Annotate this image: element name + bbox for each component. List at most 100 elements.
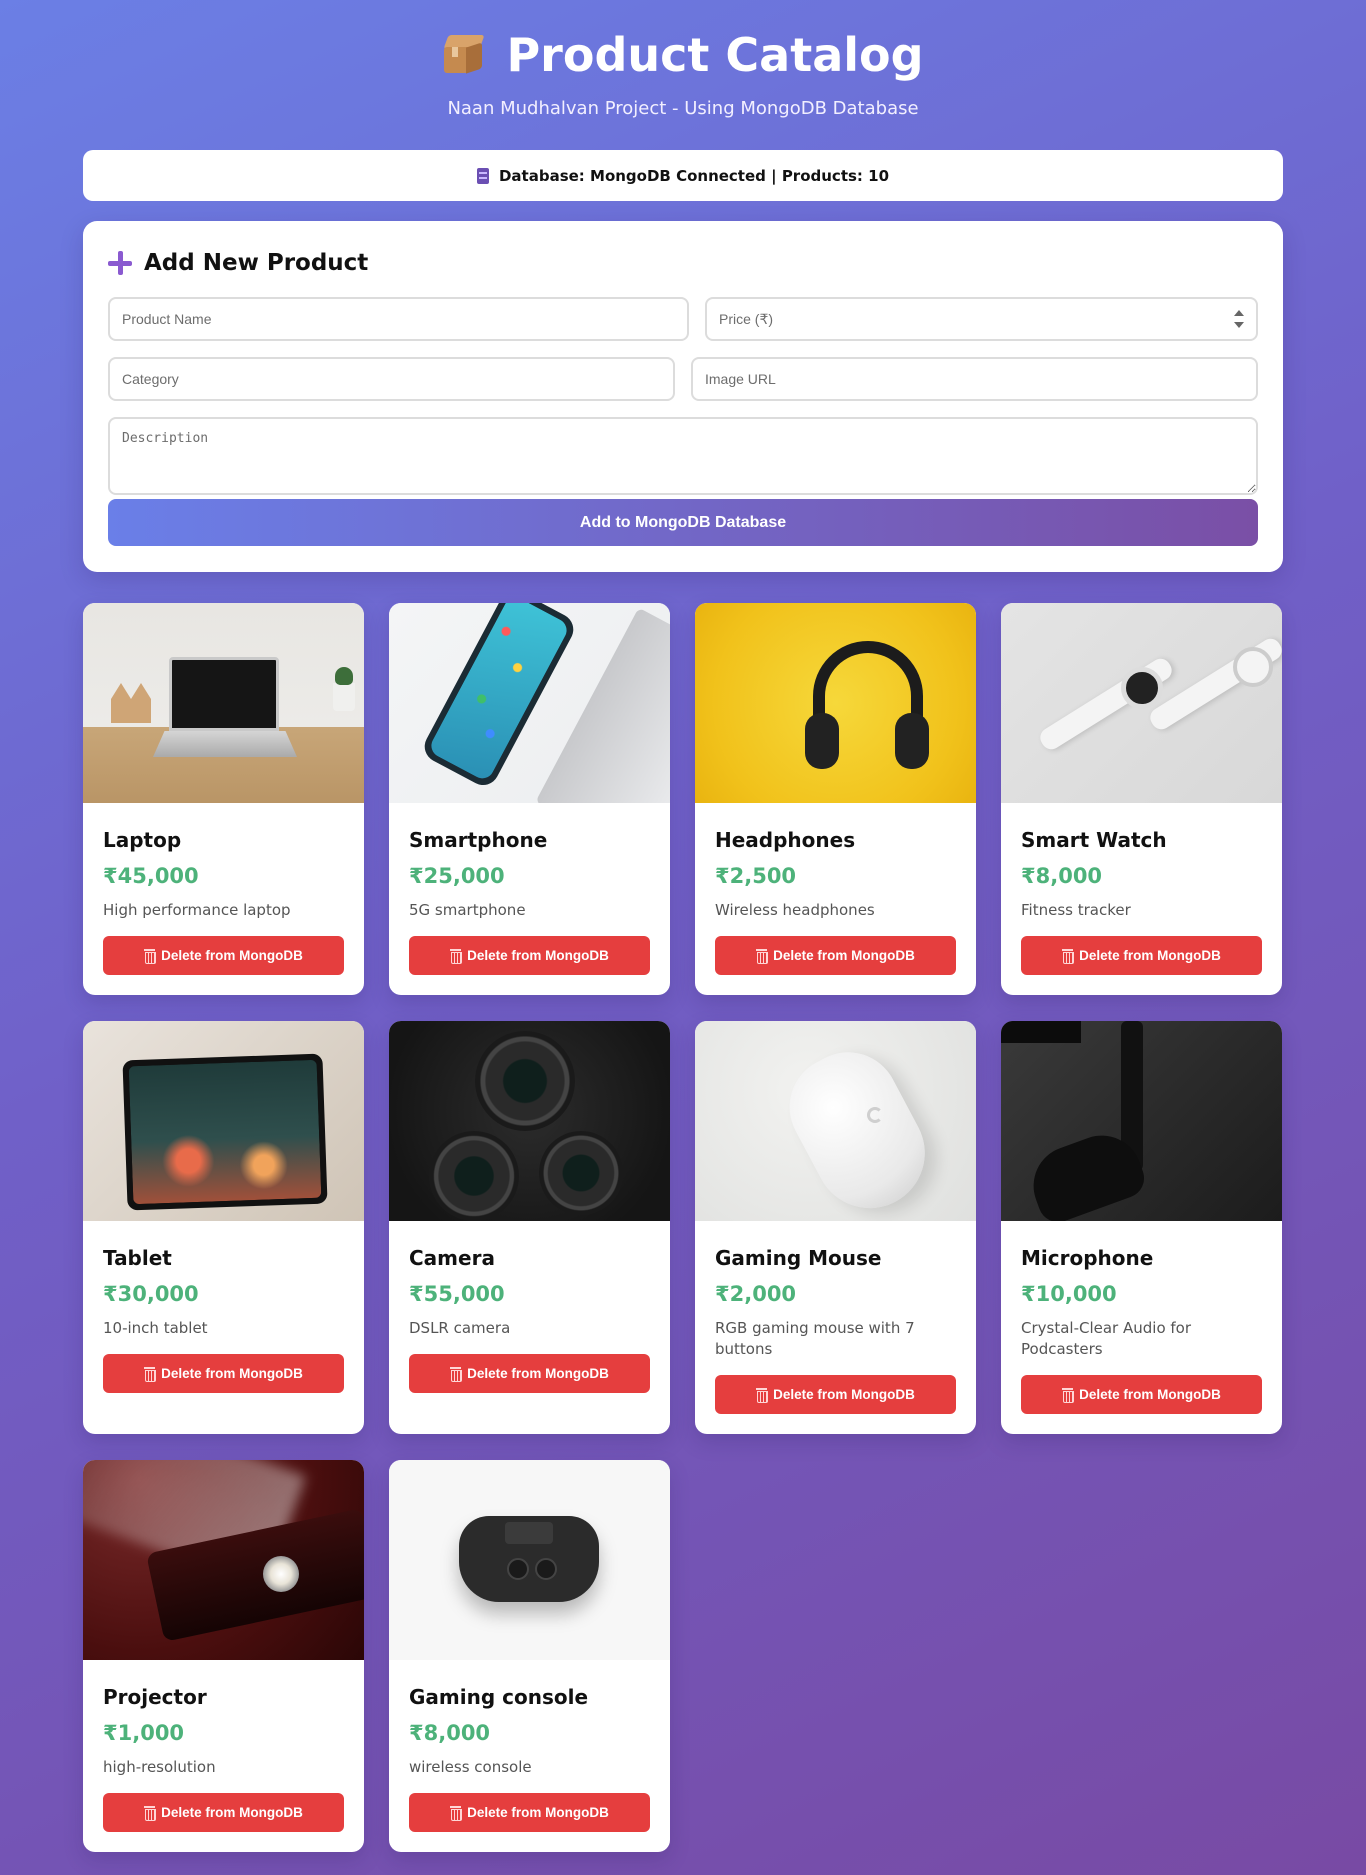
- page-header: Product Catalog Naan Mudhalvan Project -…: [83, 0, 1283, 150]
- delete-label: Delete from MongoDB: [467, 1805, 609, 1820]
- delete-label: Delete from MongoDB: [161, 1366, 303, 1381]
- product-description: High performance laptop: [103, 901, 291, 919]
- trash-icon: [144, 1806, 157, 1821]
- product-name: Headphones: [715, 828, 856, 852]
- trash-icon: [756, 1388, 769, 1403]
- product-price: ₹10,000: [1021, 1282, 1117, 1306]
- delete-label: Delete from MongoDB: [467, 948, 609, 963]
- product-card: Smart Watch ₹8,000 Fitness tracker Delet…: [1001, 603, 1282, 995]
- page: Product Catalog Naan Mudhalvan Project -…: [83, 0, 1283, 1852]
- price-input[interactable]: [705, 297, 1258, 341]
- product-name: Camera: [409, 1246, 495, 1270]
- product-image-tablet: [83, 1021, 364, 1221]
- product-description: Fitness tracker: [1021, 901, 1131, 919]
- delete-button[interactable]: Delete from MongoDB: [715, 936, 956, 975]
- product-card: Smartphone ₹25,000 5G smartphone Delete …: [389, 603, 670, 995]
- status-text: Database: MongoDB Connected | Products: …: [498, 166, 890, 185]
- product-image-microphone: [1001, 1021, 1282, 1221]
- delete-button[interactable]: Delete from MongoDB: [103, 1354, 344, 1393]
- product-description: DSLR camera: [409, 1319, 511, 1337]
- category-input[interactable]: [108, 357, 675, 401]
- trash-icon: [450, 1367, 463, 1382]
- package-icon: [442, 33, 486, 77]
- delete-label: Delete from MongoDB: [773, 948, 915, 963]
- product-price: ₹30,000: [103, 1282, 199, 1306]
- product-price: ₹2,500: [715, 864, 797, 888]
- product-image-projector: [83, 1460, 364, 1660]
- product-image-gaming-mouse: [695, 1021, 976, 1221]
- product-card: Microphone ₹10,000 Crystal-Clear Audio f…: [1001, 1021, 1282, 1434]
- delete-button[interactable]: Delete from MongoDB: [409, 1354, 650, 1393]
- product-name: Gaming console: [409, 1685, 589, 1709]
- delete-button[interactable]: Delete from MongoDB: [103, 936, 344, 975]
- delete-button[interactable]: Delete from MongoDB: [1021, 1375, 1262, 1414]
- product-description: Crystal-Clear Audio for Podcasters: [1021, 1319, 1192, 1358]
- product-image-gaming-console: [389, 1460, 670, 1660]
- image-url-input[interactable]: [691, 357, 1258, 401]
- product-name: Smart Watch: [1021, 828, 1167, 852]
- delete-button[interactable]: Delete from MongoDB: [409, 1793, 650, 1832]
- form-title-text: Add New Product: [144, 250, 369, 276]
- product-card: Headphones ₹2,500 Wireless headphones De…: [695, 603, 976, 995]
- product-description: Wireless headphones: [715, 901, 875, 919]
- product-card: Tablet ₹30,000 10-inch tablet Delete fro…: [83, 1021, 364, 1434]
- product-card: Camera ₹55,000 DSLR camera Delete from M…: [389, 1021, 670, 1434]
- product-image-headphones: [695, 603, 976, 803]
- trash-icon: [756, 949, 769, 964]
- product-price: ₹8,000: [409, 1721, 491, 1745]
- product-image-laptop: [83, 603, 364, 803]
- product-description: 10-inch tablet: [103, 1319, 208, 1337]
- trash-icon: [1062, 949, 1075, 964]
- number-spinner-icon[interactable]: [1234, 310, 1244, 328]
- product-price: ₹55,000: [409, 1282, 505, 1306]
- delete-label: Delete from MongoDB: [1079, 948, 1221, 963]
- product-name: Microphone: [1021, 1246, 1154, 1270]
- trash-icon: [450, 1806, 463, 1821]
- product-price: ₹1,000: [103, 1721, 185, 1745]
- product-grid: Laptop ₹45,000 High performance laptop D…: [83, 603, 1283, 1852]
- status-bar: Database: MongoDB Connected | Products: …: [83, 150, 1283, 201]
- trash-icon: [1062, 1388, 1075, 1403]
- page-title: Product Catalog: [83, 26, 1283, 84]
- product-name-input[interactable]: [108, 297, 689, 341]
- delete-label: Delete from MongoDB: [1079, 1387, 1221, 1402]
- database-icon: [476, 167, 489, 184]
- trash-icon: [450, 949, 463, 964]
- product-description: 5G smartphone: [409, 901, 526, 919]
- product-description: RGB gaming mouse with 7 buttons: [715, 1319, 915, 1358]
- product-name: Projector: [103, 1685, 207, 1709]
- delete-button[interactable]: Delete from MongoDB: [409, 936, 650, 975]
- delete-label: Delete from MongoDB: [161, 948, 303, 963]
- product-name: Smartphone: [409, 828, 548, 852]
- price-field: [705, 297, 1258, 341]
- page-title-text: Product Catalog: [506, 28, 924, 82]
- delete-label: Delete from MongoDB: [773, 1387, 915, 1402]
- product-card: Projector ₹1,000 high-resolution Delete …: [83, 1460, 364, 1852]
- page-subtitle: Naan Mudhalvan Project - Using MongoDB D…: [447, 98, 919, 119]
- product-price: ₹45,000: [103, 864, 199, 888]
- delete-button[interactable]: Delete from MongoDB: [103, 1793, 344, 1832]
- trash-icon: [144, 949, 157, 964]
- product-card: Laptop ₹45,000 High performance laptop D…: [83, 603, 364, 995]
- delete-label: Delete from MongoDB: [161, 1805, 303, 1820]
- product-price: ₹2,000: [715, 1282, 797, 1306]
- product-price: ₹8,000: [1021, 864, 1103, 888]
- product-image-smart-watch: [1001, 603, 1282, 803]
- product-price: ₹25,000: [409, 864, 505, 888]
- product-image-camera: [389, 1021, 670, 1221]
- delete-label: Delete from MongoDB: [467, 1366, 609, 1381]
- product-name: Gaming Mouse: [715, 1246, 882, 1270]
- product-name: Tablet: [103, 1246, 172, 1270]
- plus-icon: [108, 251, 132, 275]
- product-description: high-resolution: [103, 1758, 216, 1776]
- product-card: Gaming console ₹8,000 wireless console D…: [389, 1460, 670, 1852]
- delete-button[interactable]: Delete from MongoDB: [1021, 936, 1262, 975]
- form-title: Add New Product: [108, 245, 1258, 281]
- product-description: wireless console: [409, 1758, 532, 1776]
- delete-button[interactable]: Delete from MongoDB: [715, 1375, 956, 1414]
- add-product-button[interactable]: Add to MongoDB Database: [108, 499, 1258, 546]
- product-image-smartphone: [389, 603, 670, 803]
- product-card: Gaming Mouse ₹2,000 RGB gaming mouse wit…: [695, 1021, 976, 1434]
- trash-icon: [144, 1367, 157, 1382]
- description-input[interactable]: [108, 417, 1258, 495]
